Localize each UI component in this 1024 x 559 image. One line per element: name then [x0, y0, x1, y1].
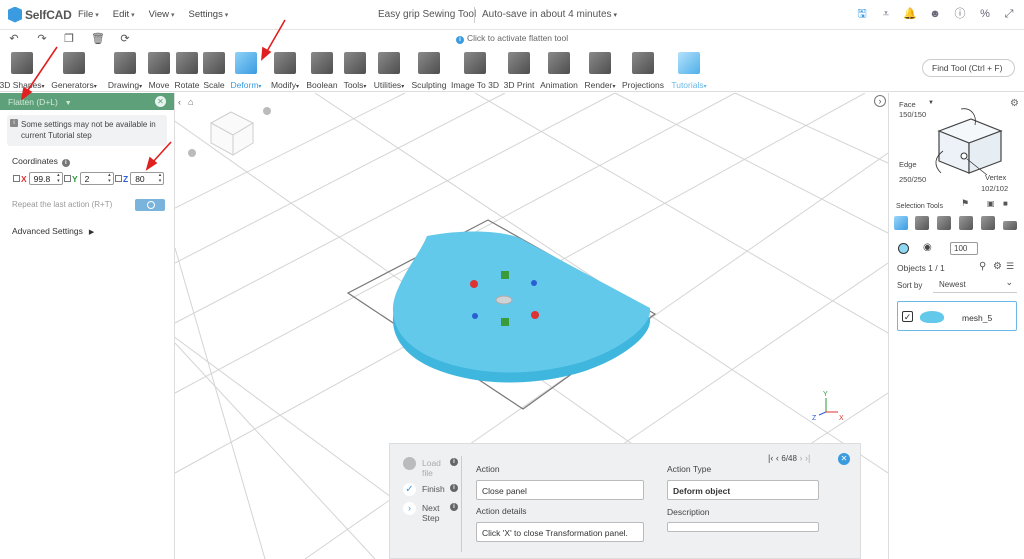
description-label: Description [667, 507, 710, 517]
selection-tools-label: Selection Tools [896, 203, 943, 210]
first-step-icon[interactable]: |‹ [768, 453, 773, 463]
select-grid-icon[interactable] [915, 216, 929, 230]
action-type-label: Action Type [667, 464, 712, 474]
search-icon[interactable]: ⚲ [979, 261, 986, 272]
vertex-count: 102/102 [981, 184, 1009, 193]
select-plane-icon[interactable] [1003, 221, 1017, 230]
check-icon: ✓ [403, 483, 416, 496]
face-count: 150/150 [899, 110, 927, 119]
object-settings-icon[interactable]: ⚙ [993, 261, 1002, 272]
gear-icon[interactable]: ⚙ [1010, 98, 1019, 109]
object-list-item[interactable]: ✓ mesh_5 [897, 301, 1017, 331]
sort-select[interactable]: Newest [933, 277, 1017, 293]
step-progress: 6/48 [781, 454, 797, 463]
info-icon: i [450, 458, 458, 466]
select-cube-small-icon[interactable]: ▣ [987, 199, 995, 208]
texture-icon[interactable]: ◉ [923, 242, 932, 253]
select-grid-alt-icon[interactable] [937, 216, 951, 230]
description-field [667, 522, 819, 532]
sort-by-label: Sort by [897, 281, 923, 290]
right-panel: ⚙ Face ▼ 150/150 Edge 250/250 Vertex 102… [888, 93, 1024, 559]
action-type-field: Deform object [667, 480, 819, 500]
info-icon: i [450, 503, 458, 511]
edge-label: Edge [899, 160, 917, 169]
object-list-icon[interactable]: ☰ [1006, 261, 1014, 272]
action-details-label: Action details [476, 506, 527, 516]
object-thumbnail [920, 311, 944, 323]
chevron-right-icon: › [403, 502, 416, 515]
selection-mode-cube[interactable] [929, 103, 1009, 183]
tutorial-panel: Load file i ✓ Finish i › Next Step i Act… [389, 443, 861, 559]
prev-step-icon[interactable]: ‹ [776, 453, 779, 463]
action-field: Close panel [476, 480, 644, 500]
select-solid-icon[interactable] [981, 216, 995, 230]
select-cube-icon[interactable] [894, 216, 908, 230]
pending-step-icon [403, 457, 416, 470]
tutorial-divider [461, 456, 462, 552]
tutorial-navigation: |‹ ‹ 6/48 › ›| [768, 453, 810, 463]
action-details-field: Click 'X' to close Transformation panel. [476, 522, 644, 542]
select-box-icon[interactable]: ■ [1003, 199, 1008, 208]
object-checkbox[interactable]: ✓ [902, 311, 913, 322]
close-tutorial-button[interactable]: ✕ [838, 453, 850, 465]
opacity-input[interactable]: 100 [950, 242, 979, 255]
select-sphere-icon[interactable] [959, 216, 973, 230]
select-paint-icon[interactable]: ⚑ [961, 198, 969, 209]
face-label: Face [899, 100, 916, 109]
last-step-icon[interactable]: ›| [805, 453, 810, 463]
info-icon: i [450, 484, 458, 492]
objects-count: Objects 1 / 1 [897, 263, 945, 273]
action-label: Action [476, 464, 500, 474]
next-step-icon[interactable]: › [799, 453, 802, 463]
edge-count: 250/250 [899, 175, 927, 184]
object-name: mesh_5 [962, 313, 993, 323]
color-swatch[interactable] [898, 243, 909, 254]
vertex-label: Vertex [985, 173, 1007, 182]
